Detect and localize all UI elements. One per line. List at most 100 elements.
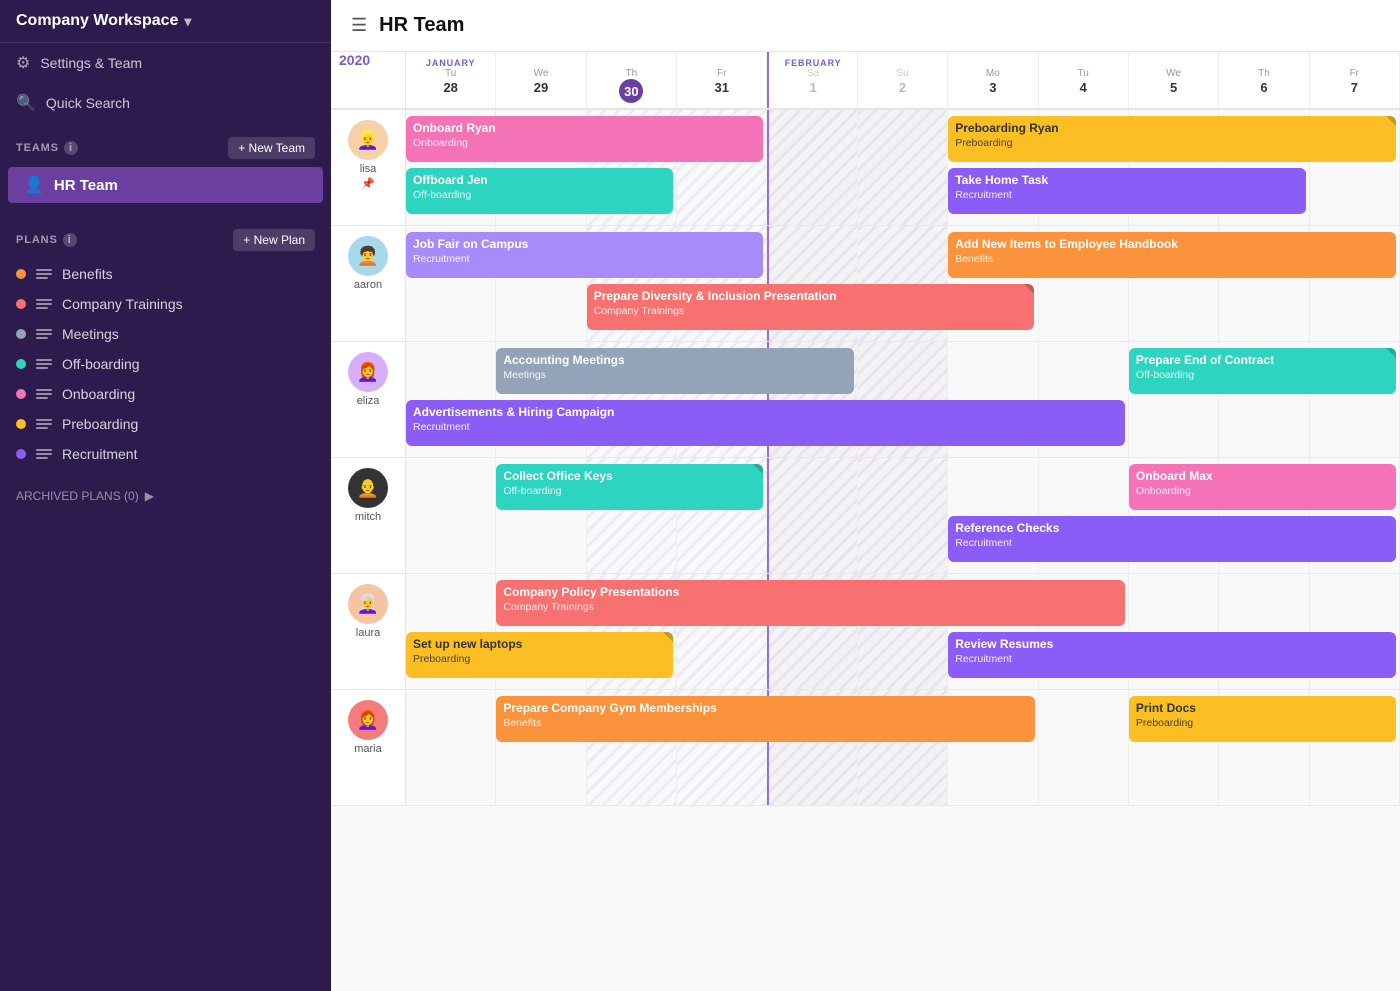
settings-label: Settings & Team <box>40 55 142 71</box>
task-name: Print Docs <box>1136 701 1389 717</box>
day-bg-3-0 <box>406 458 496 573</box>
task-plan: Preboarding <box>1136 717 1389 729</box>
task-add-new-items-to-employee-handbook[interactable]: Add New Items to Employee Handbook Benef… <box>948 232 1396 278</box>
new-team-button[interactable]: + New Team <box>228 137 315 159</box>
task-name: Onboard Max <box>1136 469 1389 485</box>
plan-label: Company Trainings <box>62 296 183 312</box>
header-day-8: XWe5 <box>1129 52 1219 108</box>
corner-mark <box>1386 116 1396 126</box>
task-name: Prepare Diversity & Inclusion Presentati… <box>594 289 1028 305</box>
task-onboard-max[interactable]: Onboard Max Onboarding <box>1129 464 1396 510</box>
task-name: Advertisements & Hiring Campaign <box>413 405 1118 421</box>
cal-row-maria: 👩‍🦰 maria Prepare Company Gym Membership… <box>331 690 1400 806</box>
teams-info-icon[interactable]: i <box>64 141 78 155</box>
task-company-policy-presentations[interactable]: Company Policy Presentations Company Tra… <box>496 580 1125 626</box>
task-name: Reference Checks <box>955 521 1389 537</box>
sidebar-item-onboarding[interactable]: Onboarding <box>0 379 331 409</box>
day-bg-0-5 <box>858 110 948 225</box>
person-name-maria: maria <box>354 743 382 755</box>
plan-dot <box>16 269 26 279</box>
plans-section-header: PLANS i + New Plan <box>0 215 331 259</box>
task-preboarding-ryan[interactable]: Preboarding Ryan Preboarding <box>948 116 1396 162</box>
archived-chevron-icon: ▶ <box>145 489 154 503</box>
main-content: ☰ HR Team 2020 JANUARYTu28XWe29XTh30XFr3… <box>331 0 1400 991</box>
days-grid-laura: Company Policy Presentations Company Tra… <box>406 574 1400 689</box>
task-job-fair-on-campus[interactable]: Job Fair on Campus Recruitment <box>406 232 763 278</box>
plans-section-title: PLANS <box>16 234 58 246</box>
person-cell-aaron: 🧑‍🦱 aaron <box>331 226 406 341</box>
header-days: JANUARYTu28XWe29XTh30XFr31FEBRUARYSa1XSu… <box>406 52 1400 108</box>
plan-dot <box>16 449 26 459</box>
day-bg-5-0 <box>406 690 496 805</box>
task-plan: Off-boarding <box>1136 369 1389 381</box>
task-plan: Off-boarding <box>413 189 666 201</box>
header-day-10: XFr7 <box>1310 52 1400 108</box>
sidebar-item-meetings[interactable]: Meetings <box>0 319 331 349</box>
task-print-docs[interactable]: Print Docs Preboarding <box>1129 696 1396 742</box>
day-bg-3-5 <box>858 458 948 573</box>
task-plan: Recruitment <box>955 189 1298 201</box>
plan-lines-icon <box>36 449 52 459</box>
task-name: Set up new laptops <box>413 637 666 653</box>
header-day-4: FEBRUARYSa1 <box>767 52 857 108</box>
sidebar-item-preboarding[interactable]: Preboarding <box>0 409 331 439</box>
plan-dot <box>16 299 26 309</box>
plans-list: Benefits Company Trainings Meetings Off-… <box>0 259 331 469</box>
plans-info-icon[interactable]: i <box>63 233 77 247</box>
plan-lines-icon <box>36 269 52 279</box>
corner-mark <box>1386 348 1396 358</box>
task-set-up-new-laptops[interactable]: Set up new laptops Preboarding <box>406 632 673 678</box>
sidebar-item-company-trainings[interactable]: Company Trainings <box>0 289 331 319</box>
cal-row-laura: 👩‍🦳 laura Company Policy Presentations C… <box>331 574 1400 690</box>
teams-section-header: TEAMS i + New Team <box>0 123 331 167</box>
task-accounting-meetings[interactable]: Accounting Meetings Meetings <box>496 348 853 394</box>
settings-nav-item[interactable]: ⚙ Settings & Team <box>0 43 331 83</box>
task-prepare-end-of-contract[interactable]: Prepare End of Contract Off-boarding <box>1129 348 1396 394</box>
task-name: Company Policy Presentations <box>503 585 1118 601</box>
workspace-chevron-icon[interactable]: ▾ <box>184 13 191 30</box>
task-plan: Company Trainings <box>594 305 1028 317</box>
archived-plans[interactable]: ARCHIVED PLANS (0) ▶ <box>0 477 331 515</box>
hr-team-item[interactable]: 👤 HR Team <box>8 167 323 203</box>
days-grid-mitch: Collect Office Keys Off-boarding Onboard… <box>406 458 1400 573</box>
avatar-laura: 👩‍🦳 <box>348 584 388 624</box>
person-name-eliza: eliza <box>357 395 380 407</box>
task-plan: Benefits <box>955 253 1389 265</box>
sidebar-item-benefits[interactable]: Benefits <box>0 259 331 289</box>
task-advertisements-&-hiring-campaign[interactable]: Advertisements & Hiring Campaign Recruit… <box>406 400 1125 446</box>
task-name: Review Resumes <box>955 637 1389 653</box>
task-take-home-task[interactable]: Take Home Task Recruitment <box>948 168 1305 214</box>
task-offboard-jen[interactable]: Offboard Jen Off-boarding <box>406 168 673 214</box>
plan-lines-icon <box>36 389 52 399</box>
plan-lines-icon <box>36 359 52 369</box>
days-grid-maria: Prepare Company Gym Memberships Benefits… <box>406 690 1400 805</box>
workspace-header[interactable]: Company Workspace ▾ <box>0 0 331 43</box>
task-prepare-diversity-&-inclusion-presentation[interactable]: Prepare Diversity & Inclusion Presentati… <box>587 284 1035 330</box>
sidebar-item-recruitment[interactable]: Recruitment <box>0 439 331 469</box>
new-plan-button[interactable]: + New Plan <box>233 229 315 251</box>
menu-icon[interactable]: ☰ <box>351 15 367 36</box>
task-reference-checks[interactable]: Reference Checks Recruitment <box>948 516 1396 562</box>
header-day-7: XTu4 <box>1039 52 1129 108</box>
sidebar-item-off-boarding[interactable]: Off-boarding <box>0 349 331 379</box>
task-review-resumes[interactable]: Review Resumes Recruitment <box>948 632 1396 678</box>
task-name: Collect Office Keys <box>503 469 756 485</box>
person-cell-maria: 👩‍🦰 maria <box>331 690 406 805</box>
days-grid-eliza: Accounting Meetings Meetings Prepare End… <box>406 342 1400 457</box>
avatar-mitch: 🧑‍🦲 <box>348 468 388 508</box>
avatar-maria: 👩‍🦰 <box>348 700 388 740</box>
task-plan: Recruitment <box>413 421 1118 433</box>
header-day-6: XMo3 <box>948 52 1038 108</box>
task-plan: Recruitment <box>955 653 1389 665</box>
person-cell-mitch: 🧑‍🦲 mitch <box>331 458 406 573</box>
avatar-aaron: 🧑‍🦱 <box>348 236 388 276</box>
header-day-9: XTh6 <box>1219 52 1309 108</box>
task-onboard-ryan[interactable]: Onboard Ryan Onboarding <box>406 116 763 162</box>
team-name: HR Team <box>54 177 118 194</box>
task-prepare-company-gym-memberships[interactable]: Prepare Company Gym Memberships Benefits <box>496 696 1034 742</box>
task-collect-office-keys[interactable]: Collect Office Keys Off-boarding <box>496 464 763 510</box>
task-plan: Benefits <box>503 717 1027 729</box>
corner-mark <box>753 464 763 474</box>
search-nav-item[interactable]: 🔍 Quick Search <box>0 83 331 123</box>
calendar-container[interactable]: 2020 JANUARYTu28XWe29XTh30XFr31FEBRUARYS… <box>331 52 1400 991</box>
